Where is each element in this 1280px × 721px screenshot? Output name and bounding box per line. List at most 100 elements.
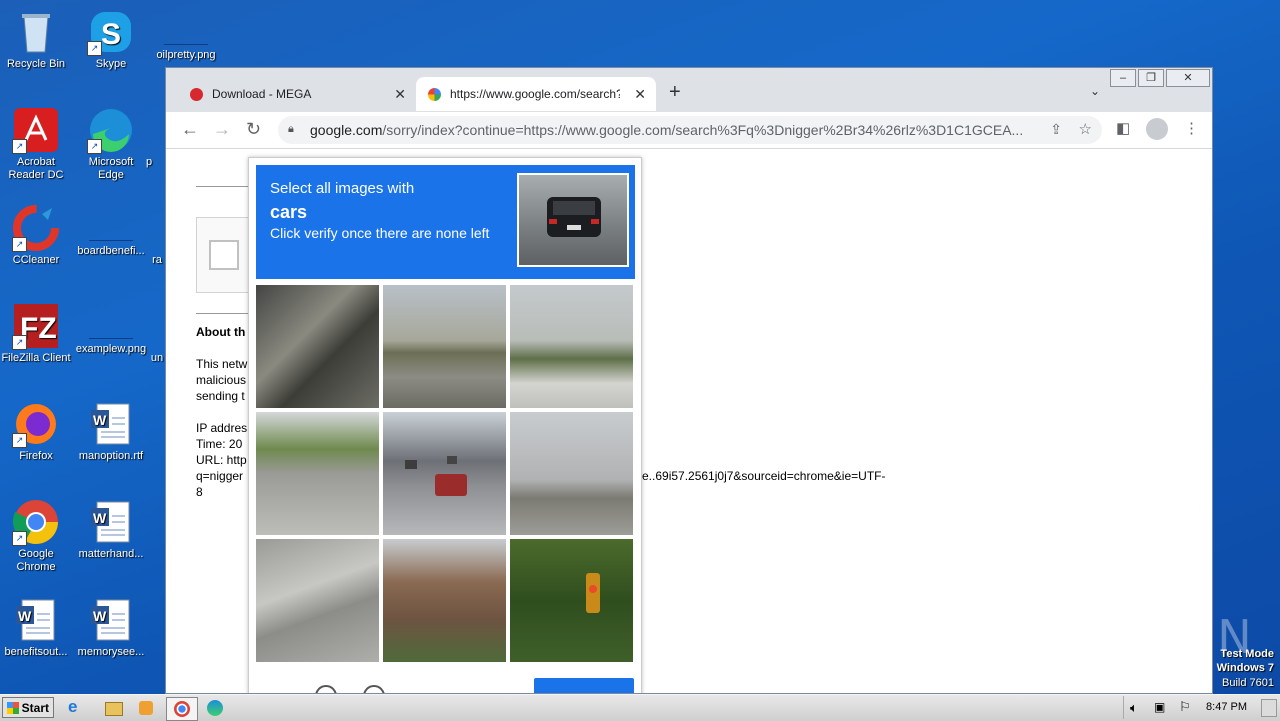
explorer-taskbar-icon[interactable] (103, 697, 125, 719)
desktop-icon-skype[interactable]: S ↗ Skype (75, 8, 147, 71)
desktop-icon-chrome[interactable]: ↗ Google Chrome (0, 498, 72, 574)
query-line-end: 8 (196, 485, 203, 499)
address-bar[interactable]: 🔒︎ google.com/sorry/index?continue=https… (278, 116, 1102, 144)
close-icon[interactable]: ✕ (394, 77, 406, 111)
image-tile[interactable] (256, 539, 379, 662)
word-document-icon: W (87, 400, 135, 448)
restore-button[interactable]: ❐ (1138, 69, 1164, 87)
image-tile[interactable] (510, 285, 633, 408)
desktop-icon-label: un (150, 352, 164, 364)
audio-challenge-icon[interactable] (363, 685, 385, 693)
firefox-icon: ↗ (12, 400, 60, 448)
volume-icon[interactable]: 🔈︎ (1130, 700, 1138, 716)
desktop-icon-manoption[interactable]: W manoption.rtf (75, 400, 147, 463)
desktop-icon-label: CCleaner (12, 254, 60, 266)
image-tile[interactable] (510, 412, 633, 535)
svg-text:W: W (93, 608, 107, 624)
desktop-icon-label: Recycle Bin (6, 58, 66, 70)
recaptcha-header: Select all images with cars Click verify… (256, 165, 635, 279)
request-details: IP addres Time: 20 URL: http q=nigger 8 (196, 420, 247, 500)
verify-button[interactable] (534, 678, 634, 693)
desktop-icon-ccleaner[interactable]: ↗ CCleaner (0, 204, 72, 267)
file-icon (89, 316, 133, 339)
desktop-icon-benefitsout[interactable]: W benefitsout... (0, 596, 72, 659)
chrome-taskbar-icon[interactable] (166, 697, 198, 721)
desktop-icon-filezilla[interactable]: FZ ↗ FileZilla Client (0, 302, 72, 365)
svg-text:S: S (101, 18, 121, 51)
show-desktop-button[interactable] (1261, 699, 1277, 717)
ip-address-line: IP addres (196, 421, 248, 435)
recaptcha-target: cars (270, 202, 308, 222)
image-tile[interactable] (510, 539, 633, 662)
recycle-bin-icon (12, 8, 60, 56)
close-window-button[interactable]: ✕ (1166, 69, 1210, 87)
action-center-flag-icon[interactable]: ⚐ (1179, 699, 1191, 715)
desktop-icon-oilpretty[interactable]: oilpretty.png (150, 8, 222, 62)
minimize-button[interactable]: – (1110, 69, 1136, 87)
desktop-icon-acrobat[interactable]: ↗ Acrobat Reader DC (0, 106, 72, 182)
desktop-icon-label: Firefox (19, 450, 53, 462)
start-button[interactable]: Start (2, 697, 54, 718)
mega-icon (190, 88, 203, 101)
side-panel-icon[interactable]: ◧ (1116, 119, 1130, 137)
desktop-icon-boardbenefi[interactable]: boardbenefi... (75, 204, 147, 258)
windows-flag-icon (7, 702, 19, 714)
recaptcha-checkbox[interactable] (209, 240, 239, 270)
recaptcha-challenge: Select all images with cars Click verify… (248, 157, 642, 693)
tab-search-chevron-icon[interactable]: ⌄ (1090, 84, 1100, 98)
tab-google-search[interactable]: https://www.google.com/search?q= ✕ (416, 77, 656, 111)
watermark-line: Windows 7 (1216, 662, 1274, 674)
desktop-icon-edge[interactable]: ↗ Microsoft Edge (75, 106, 147, 182)
url-path: /sorry/index?continue=https://www.google… (382, 122, 1024, 138)
menu-kebab-icon[interactable]: ⋮ (1184, 119, 1199, 137)
image-tile[interactable] (383, 412, 506, 535)
desktop-icon-label: Acrobat Reader DC (8, 156, 64, 181)
desktop-icon-examplew[interactable]: examplew.png (75, 302, 147, 356)
about-paragraph: This netw malicious sending t (196, 356, 247, 404)
desktop-icon-label: oilpretty.png (156, 49, 216, 61)
ie-taskbar-icon[interactable]: e (68, 697, 90, 719)
profile-avatar-icon[interactable] (1146, 118, 1168, 140)
address-url[interactable]: google.com/sorry/index?continue=https://… (310, 122, 1030, 138)
browser-toolbar: ← → ↻ 🔒︎ google.com/sorry/index?continue… (166, 112, 1212, 149)
desktop-icon-label: benefitsout... (4, 646, 68, 658)
recaptcha-subinstruction: Click verify once there are none left (270, 225, 490, 241)
sample-car-image (517, 173, 629, 267)
reload-challenge-icon[interactable] (315, 685, 337, 693)
tab-label: Download - MEGA (212, 87, 312, 101)
word-document-icon: W (87, 596, 135, 644)
google-icon (428, 88, 441, 101)
media-player-taskbar-icon[interactable] (136, 697, 158, 719)
recaptcha-anchor (196, 217, 250, 293)
clock[interactable]: 8:47 PM (1206, 701, 1247, 713)
close-icon[interactable]: ✕ (634, 77, 646, 111)
desktop-icon-matterhand[interactable]: W matterhand... (75, 498, 147, 561)
word-document-icon: W (87, 498, 135, 546)
bookmark-star-icon[interactable]: ☆ (1079, 120, 1092, 138)
forward-arrow-icon[interactable]: → (213, 119, 231, 139)
tab-strip: Download - MEGA ✕ https://www.google.com… (166, 68, 1212, 112)
watermark-line: Build 7601 (1222, 677, 1274, 689)
desktop-icon-label: Google Chrome (16, 548, 56, 573)
url-line: URL: http (196, 453, 247, 467)
image-tile[interactable] (383, 285, 506, 408)
network-icon[interactable]: ▣ (1154, 700, 1165, 714)
reload-icon[interactable]: ↻ (246, 119, 261, 139)
desktop-icon-firefox[interactable]: ↗ Firefox (0, 400, 72, 463)
about-heading: About th (196, 325, 246, 339)
acrobat-icon: ↗ (12, 106, 60, 154)
share-icon[interactable]: ⇪ (1050, 121, 1062, 138)
desktop-icon-memorysee[interactable]: W memorysee... (75, 596, 147, 659)
desktop-icon-recycle-bin[interactable]: Recycle Bin (0, 8, 72, 71)
chrome-window: Download - MEGA ✕ https://www.google.com… (165, 67, 1213, 694)
edge-taskbar-icon[interactable] (204, 697, 226, 719)
image-tile[interactable] (256, 412, 379, 535)
tab-mega[interactable]: Download - MEGA ✕ (178, 77, 416, 111)
image-tile[interactable] (383, 539, 506, 662)
skype-icon: S ↗ (87, 8, 135, 56)
window-controls: – ❐ ✕ (1108, 69, 1210, 87)
desktop-icon-label: FileZilla Client (1, 352, 71, 364)
image-tile[interactable] (256, 285, 379, 408)
new-tab-button[interactable]: + (669, 82, 681, 102)
back-arrow-icon[interactable]: ← (181, 119, 199, 139)
